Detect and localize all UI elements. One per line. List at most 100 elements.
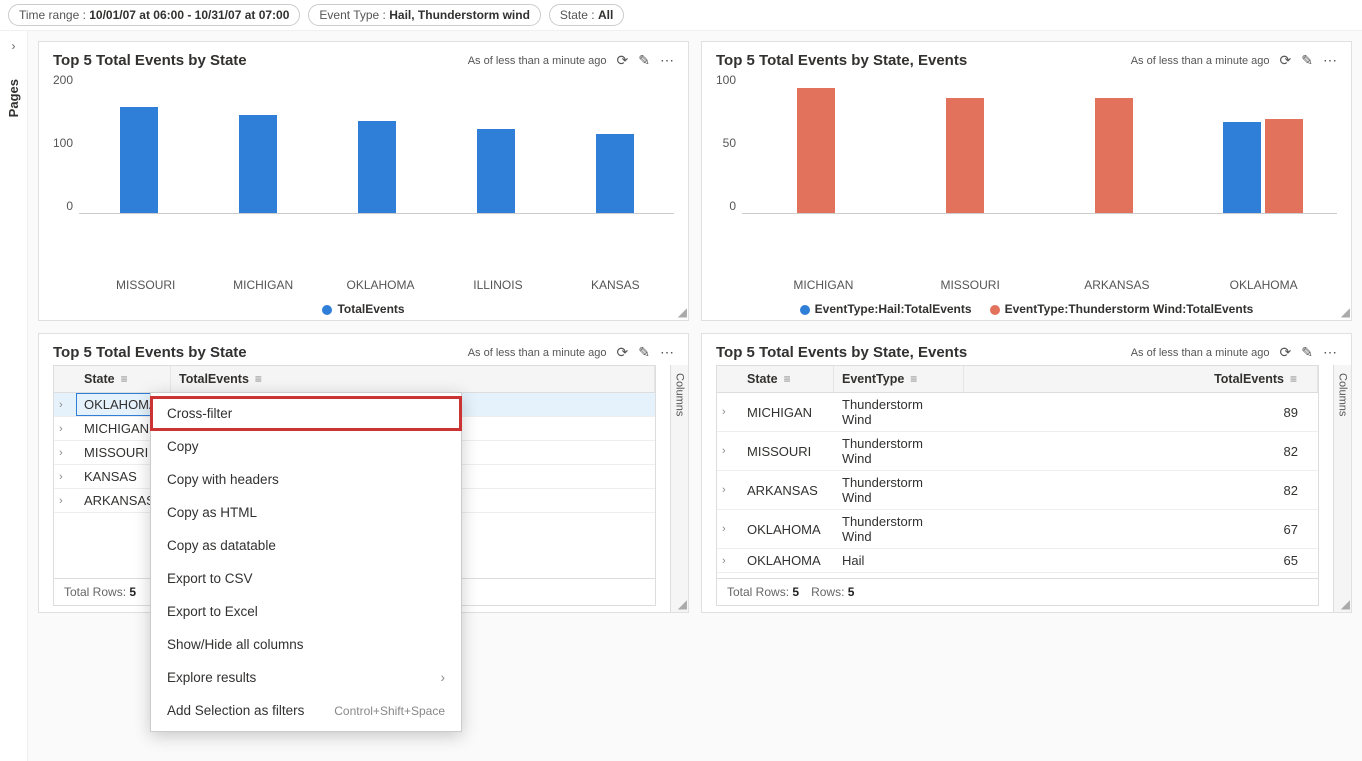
edit-icon[interactable]: ✎ (638, 344, 650, 361)
bar[interactable] (596, 134, 634, 213)
refresh-icon[interactable]: ⟳ (617, 344, 629, 361)
bar-group[interactable] (1040, 73, 1189, 213)
filter-time-range[interactable]: Time range : 10/01/07 at 06:00 - 10/31/0… (8, 4, 300, 26)
filter-event-type-label: Event Type : (319, 8, 389, 22)
cell-state[interactable]: OKLAHOMA (739, 510, 834, 548)
chevron-right-icon[interactable]: › (59, 447, 71, 459)
bar[interactable] (477, 129, 515, 213)
more-icon[interactable]: ⋯ (1323, 344, 1337, 361)
legend-item[interactable]: EventType:Hail:TotalEvents (800, 302, 972, 316)
context-menu-item[interactable]: Export to Excel (151, 595, 461, 628)
cell-total[interactable]: 67 (964, 510, 1318, 548)
context-menu-item[interactable]: Show/Hide all columns (151, 628, 461, 661)
cell-state[interactable]: ARKANSAS (739, 471, 834, 509)
context-menu-item[interactable]: Copy as HTML (151, 496, 461, 529)
bar[interactable] (1095, 98, 1133, 213)
cell-eventtype[interactable]: Thunderstorm Wind (834, 432, 964, 470)
table1-header-expand (54, 366, 76, 392)
context-menu-item[interactable]: Export to CSV (151, 562, 461, 595)
filter-state[interactable]: State : All (549, 4, 624, 26)
table2-footer-rows-value: 5 (848, 585, 855, 599)
refresh-icon[interactable]: ⟳ (1280, 52, 1292, 69)
bar[interactable] (797, 88, 835, 213)
bar-group[interactable] (436, 73, 555, 213)
cell-eventtype[interactable]: Thunderstorm Wind (834, 393, 964, 431)
refresh-icon[interactable]: ⟳ (1280, 344, 1292, 361)
cell-eventtype[interactable]: Hail (834, 549, 964, 572)
table1-header-total[interactable]: TotalEvents≡ (171, 366, 655, 392)
edit-icon[interactable]: ✎ (638, 52, 650, 69)
cell-total[interactable]: 89 (964, 393, 1318, 431)
bar-group[interactable] (79, 73, 198, 213)
bar[interactable] (358, 121, 396, 213)
column-menu-icon[interactable]: ≡ (1290, 372, 1297, 386)
context-menu-item[interactable]: Copy (151, 430, 461, 463)
edit-icon[interactable]: ✎ (1301, 52, 1313, 69)
cell-state[interactable]: MICHIGAN (739, 393, 834, 431)
filter-event-type[interactable]: Event Type : Hail, Thunderstorm wind (308, 4, 541, 26)
bar-group[interactable] (198, 73, 317, 213)
bar-group[interactable] (1188, 73, 1337, 213)
chevron-right-icon[interactable]: › (59, 399, 71, 411)
bar-group[interactable] (742, 73, 891, 213)
bar[interactable] (1223, 122, 1261, 213)
cell-eventtype[interactable]: Thunderstorm Wind (834, 510, 964, 548)
table1-header-state[interactable]: State≡ (76, 366, 171, 392)
table-row[interactable]: › OKLAHOMAHail65 (717, 549, 1318, 573)
table-row[interactable]: › OKLAHOMAThunderstorm Wind67 (717, 510, 1318, 549)
columns-panel-toggle[interactable]: Columns (1333, 365, 1351, 612)
context-menu-item[interactable]: Explore results› (151, 661, 461, 694)
cell-state[interactable]: OKLAHOMA (739, 549, 834, 572)
context-menu-item[interactable]: Copy with headers (151, 463, 461, 496)
cell-total[interactable]: 82 (964, 432, 1318, 470)
chevron-right-icon[interactable]: › (722, 445, 734, 457)
resize-handle-icon[interactable]: ◢ (678, 305, 687, 319)
bar-group[interactable] (555, 73, 674, 213)
bar[interactable] (239, 115, 277, 213)
pages-panel-toggle[interactable]: › Pages (0, 31, 28, 761)
column-menu-icon[interactable]: ≡ (910, 372, 917, 386)
column-menu-icon[interactable]: ≡ (255, 372, 262, 386)
context-menu-item[interactable]: Add Selection as filtersControl+Shift+Sp… (151, 694, 461, 727)
chevron-right-icon[interactable]: › (722, 484, 734, 496)
more-icon[interactable]: ⋯ (1323, 52, 1337, 69)
chevron-right-icon[interactable]: › (59, 471, 71, 483)
more-icon[interactable]: ⋯ (660, 52, 674, 69)
bar-group[interactable] (317, 73, 436, 213)
chevron-right-icon[interactable]: › (59, 495, 71, 507)
context-menu-item[interactable]: Cross-filter (150, 396, 462, 431)
resize-handle-icon[interactable]: ◢ (1341, 597, 1350, 611)
table-row[interactable]: › MICHIGANThunderstorm Wind89 (717, 393, 1318, 432)
bar[interactable] (946, 98, 984, 213)
xaxis-label: MICHIGAN (750, 270, 897, 292)
edit-icon[interactable]: ✎ (1301, 344, 1313, 361)
resize-handle-icon[interactable]: ◢ (678, 597, 687, 611)
xaxis-label: MICHIGAN (204, 270, 321, 292)
bar-group[interactable] (891, 73, 1040, 213)
more-icon[interactable]: ⋯ (660, 344, 674, 361)
column-menu-icon[interactable]: ≡ (121, 372, 128, 386)
table2-header-state[interactable]: State≡ (739, 366, 834, 392)
table-row[interactable]: › ARKANSASThunderstorm Wind82 (717, 471, 1318, 510)
chevron-right-icon[interactable]: › (722, 555, 734, 567)
table2-header-etype[interactable]: EventType≡ (834, 366, 964, 392)
legend-item[interactable]: EventType:Thunderstorm Wind:TotalEvents (990, 302, 1254, 316)
context-menu-item[interactable]: Copy as datatable (151, 529, 461, 562)
chevron-right-icon: › (441, 670, 446, 685)
table2-header-total[interactable]: TotalEvents≡ (964, 366, 1318, 392)
cell-state[interactable]: MISSOURI (739, 432, 834, 470)
column-menu-icon[interactable]: ≡ (784, 372, 791, 386)
chevron-right-icon[interactable]: › (722, 523, 734, 535)
chevron-right-icon[interactable]: › (722, 406, 734, 418)
chevron-right-icon[interactable]: › (59, 423, 71, 435)
table-row[interactable]: › MISSOURIThunderstorm Wind82 (717, 432, 1318, 471)
cell-total[interactable]: 82 (964, 471, 1318, 509)
bar[interactable] (1265, 119, 1303, 213)
cell-eventtype[interactable]: Thunderstorm Wind (834, 471, 964, 509)
resize-handle-icon[interactable]: ◢ (1341, 305, 1350, 319)
columns-panel-toggle[interactable]: Columns (670, 365, 688, 612)
cell-total[interactable]: 65 (964, 549, 1318, 572)
refresh-icon[interactable]: ⟳ (617, 52, 629, 69)
legend-item[interactable]: TotalEvents (322, 302, 404, 316)
bar[interactable] (120, 107, 158, 213)
